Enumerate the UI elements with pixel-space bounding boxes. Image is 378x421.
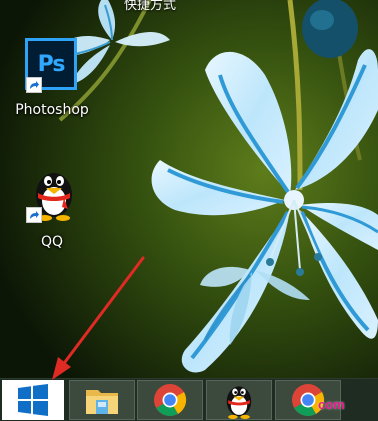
desktop-icon-qq[interactable]: QQ bbox=[2, 165, 102, 255]
desktop-label-top: 快捷方式 bbox=[123, 0, 176, 13]
desktop: 快捷方式 Ps Photoshop QQ bbox=[0, 0, 378, 378]
watermark-text: com bbox=[318, 397, 345, 412]
desktop-icon-label: QQ bbox=[40, 234, 64, 250]
taskbar-button-qq[interactable] bbox=[206, 380, 272, 420]
shortcut-arrow-icon bbox=[26, 207, 42, 223]
desktop-icon-label: Photoshop bbox=[15, 102, 89, 118]
desktop-icon-photoshop[interactable]: Ps Photoshop bbox=[2, 38, 102, 122]
start-button[interactable] bbox=[2, 380, 64, 420]
chrome-icon bbox=[154, 384, 187, 417]
taskbar-button-file-explorer[interactable] bbox=[69, 380, 135, 420]
shortcut-arrow-icon bbox=[26, 77, 42, 93]
windows-logo-icon bbox=[18, 384, 48, 416]
qq-penguin-icon bbox=[226, 386, 252, 419]
taskbar-button-chrome[interactable] bbox=[137, 380, 203, 420]
file-explorer-icon bbox=[86, 390, 118, 414]
